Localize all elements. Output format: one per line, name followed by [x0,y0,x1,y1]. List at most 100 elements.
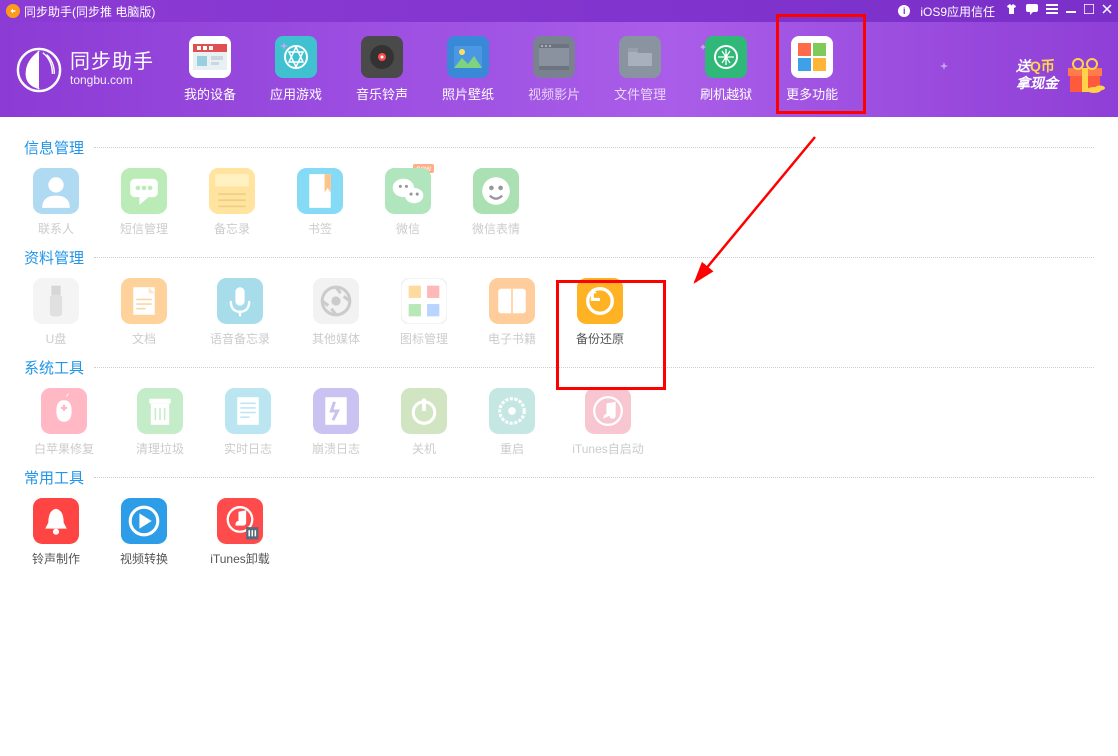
nav-label: 照片壁纸 [442,84,494,103]
info-icon[interactable]: i [898,5,910,17]
tool-label: 文档 [132,330,156,347]
tool-label: U盘 [46,330,67,347]
tool-doc[interactable]: 文档 [112,278,176,347]
logo[interactable]: 同步助手 tongbu.com [16,47,154,93]
tool-ebook[interactable]: 电子书籍 [480,278,544,347]
section-title: 信息管理 [24,137,84,158]
itunes-uninstall-icon [217,498,263,544]
nav-label: 应用游戏 [270,84,322,103]
tool-log[interactable]: 实时日志 [216,388,280,457]
tool-usb[interactable]: U盘 [24,278,88,347]
section-head: 常用工具 [24,467,1094,488]
tool-label: 重启 [500,440,524,457]
gift-icon [1064,54,1106,96]
tool-wechat-emoji[interactable]: 微信表情 [464,168,528,237]
tool-label: 短信管理 [120,220,168,237]
section-divider [94,367,1094,368]
tool-wechat[interactable]: new微信 [376,168,440,237]
nav-more[interactable]: 更多功能 [786,36,838,103]
section-divider [94,147,1094,148]
logo-icon [16,47,62,93]
tool-label: 清理垃圾 [136,440,184,457]
bookmark-icon [297,168,343,214]
shirt-icon[interactable] [1005,4,1018,18]
video-icon [533,36,575,78]
nav-video[interactable]: 视频影片 [528,36,580,103]
section-divider [94,477,1094,478]
nav-device[interactable]: 我的设备 [184,36,236,103]
power-icon [401,388,447,434]
tool-itunes-uninstall[interactable]: iTunes卸载 [200,498,280,567]
promo-banner[interactable]: 送Q币 拿现金 [1016,54,1106,96]
tool-label: 联系人 [38,220,74,237]
chat-icon[interactable] [1026,4,1038,18]
tool-label: iTunes自启动 [572,440,644,457]
close-icon[interactable] [1102,4,1112,18]
nav-label: 音乐铃声 [356,84,408,103]
tool-power[interactable]: 关机 [392,388,456,457]
jailbreak-icon [705,36,747,78]
logo-text: 同步助手 tongbu.com [70,51,154,88]
section-grid: U盘 文档 语音备忘录其他媒体 图标管理 电子书籍备份还原 [24,278,1094,347]
promo-text: 送Q币 拿现金 [1016,58,1058,93]
nav-apps[interactable]: 应用游戏 [270,36,322,103]
tool-note[interactable]: 备忘录 [200,168,264,237]
tool-label: 视频转换 [120,550,168,567]
logo-en: tongbu.com [70,74,154,88]
wechat-emoji-icon [473,168,519,214]
section: 系统工具白苹果修复清理垃圾 实时日志崩溃日志关机 重启 iTunes自启动 [24,357,1094,457]
section-head: 信息管理 [24,137,1094,158]
tool-crash[interactable]: 崩溃日志 [304,388,368,457]
restart-icon [489,388,535,434]
tool-itunes[interactable]: iTunes自启动 [568,388,648,457]
tool-media[interactable]: 其他媒体 [304,278,368,347]
voice-icon [217,278,263,324]
music-icon [361,36,403,78]
tool-label: 其他媒体 [312,330,360,347]
tool-voice[interactable]: 语音备忘录 [200,278,280,347]
tool-label: 关机 [412,440,436,457]
tool-backup[interactable]: 备份还原 [568,278,632,347]
tool-restart[interactable]: 重启 [480,388,544,457]
section-divider [94,257,1094,258]
content-area: 信息管理联系人短信管理备忘录书签new微信微信表情资料管理U盘文档语音备忘录其他… [0,117,1118,587]
tool-sms[interactable]: 短信管理 [112,168,176,237]
nav-label: 更多功能 [786,84,838,103]
trust-link[interactable]: iOS9应用信任 [920,3,995,20]
tool-label: 备忘录 [214,220,250,237]
tool-label: 备份还原 [576,330,624,347]
maximize-icon[interactable] [1084,4,1094,18]
nav-jailbreak[interactable]: 刷机越狱 [700,36,752,103]
nav-files[interactable]: 文件管理 [614,36,666,103]
window-title: 同步助手(同步推 电脑版) [24,3,155,20]
tool-icons[interactable]: 图标管理 [392,278,456,347]
nav-music[interactable]: 音乐铃声 [356,36,408,103]
tool-label: 书签 [308,220,332,237]
tool-label: 图标管理 [400,330,448,347]
nav-label: 文件管理 [614,84,666,103]
usb-icon [33,278,79,324]
section-title: 系统工具 [24,357,84,378]
log-icon [225,388,271,434]
tool-label: 铃声制作 [32,550,80,567]
more-icon [791,36,833,78]
tool-label: 微信 [396,220,420,237]
crash-icon [313,388,359,434]
tool-bookmark[interactable]: 书签 [288,168,352,237]
tool-trash[interactable]: 清理垃圾 [128,388,192,457]
tool-convert[interactable]: 视频转换 [112,498,176,567]
section-head: 系统工具 [24,357,1094,378]
nav-label: 视频影片 [528,84,580,103]
wechat-icon [385,168,431,214]
apps-icon [275,36,317,78]
tool-ringtone[interactable]: 铃声制作 [24,498,88,567]
device-icon [189,36,231,78]
tool-contact[interactable]: 联系人 [24,168,88,237]
tool-label: 微信表情 [472,220,520,237]
itunes-icon [585,388,631,434]
nav-photo[interactable]: 照片壁纸 [442,36,494,103]
minimize-icon[interactable] [1066,4,1076,18]
apple-fix-icon [41,388,87,434]
tool-apple-fix[interactable]: 白苹果修复 [24,388,104,457]
menu-icon[interactable] [1046,4,1058,18]
